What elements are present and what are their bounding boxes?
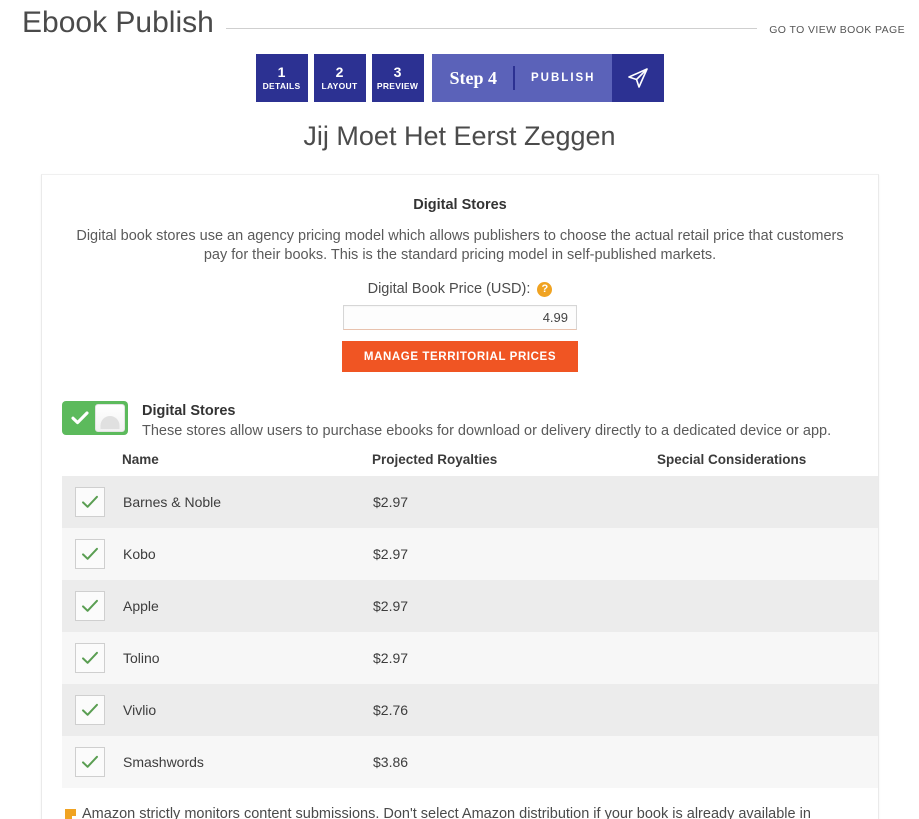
- column-header-name: Name: [122, 452, 159, 468]
- store-royalties: $2.97: [373, 494, 409, 511]
- table-row[interactable]: Kobo $2.97: [62, 528, 878, 581]
- store-special: [657, 476, 878, 528]
- column-header-royalties: Projected Royalties: [372, 452, 498, 468]
- table-row[interactable]: Vivlio $2.76: [62, 684, 878, 737]
- store-name: Vivlio: [123, 702, 157, 719]
- store-name: Apple: [123, 598, 159, 615]
- manage-territorial-prices-button[interactable]: MANAGE TERRITORIAL PRICES: [341, 341, 579, 373]
- table-row[interactable]: Apple $2.97: [62, 580, 878, 633]
- step-number: 2: [335, 64, 344, 81]
- store-table-body: Barnes & Noble $2.97 Kobo $2.97 Apple $2…: [62, 476, 878, 789]
- table-row[interactable]: Smashwords $3.86: [62, 736, 878, 789]
- check-icon: [65, 411, 95, 425]
- check-icon[interactable]: [75, 487, 105, 518]
- group-texts: Digital Stores These stores allow users …: [142, 401, 831, 441]
- store-name: Barnes & Noble: [123, 494, 222, 511]
- store-name: Tolino: [123, 650, 160, 667]
- check-icon[interactable]: [75, 643, 105, 674]
- row-checkbox-cell: [62, 684, 122, 736]
- orange-note-icon: [65, 809, 76, 819]
- page-header: Ebook Publish GO TO VIEW BOOK PAGE: [0, 0, 919, 50]
- price-label: Digital Book Price (USD):: [367, 281, 531, 298]
- store-royalties: $2.97: [373, 546, 409, 563]
- question-mark-icon[interactable]: ?: [537, 281, 553, 297]
- step-list: 1 DETAILS 2 LAYOUT 3 PREVIEW Step 4 PUBL…: [255, 54, 664, 102]
- digital-book-price-input[interactable]: [343, 305, 577, 331]
- step-number: 3: [393, 64, 402, 81]
- check-icon[interactable]: [75, 591, 105, 622]
- step-active-body: Step 4 PUBLISH: [431, 54, 612, 102]
- store-royalties: $2.97: [373, 650, 409, 667]
- go-to-view-book-page-link[interactable]: GO TO VIEW BOOK PAGE: [769, 24, 905, 36]
- step-label: DETAILS: [262, 81, 301, 92]
- amazon-warning: Amazon strictly monitors content submiss…: [62, 805, 858, 819]
- store-royalties: $3.86: [373, 754, 409, 771]
- row-checkbox-cell: [62, 632, 122, 684]
- step-item-publish-active[interactable]: Step 4 PUBLISH: [431, 54, 664, 102]
- store-special: [657, 684, 878, 736]
- store-special: [657, 580, 878, 632]
- step-active-number-label: Step 4: [449, 68, 498, 88]
- row-checkbox-cell: [62, 736, 122, 788]
- step-label: LAYOUT: [321, 81, 358, 92]
- toggle-knob: [95, 404, 125, 433]
- step-navigation: 1 DETAILS 2 LAYOUT 3 PREVIEW Step 4 PUBL…: [0, 54, 919, 102]
- check-icon[interactable]: [75, 539, 105, 570]
- price-label-row: Digital Book Price (USD): ?: [368, 281, 553, 297]
- step-number: 1: [277, 64, 286, 81]
- step-label: PREVIEW: [376, 81, 419, 92]
- digital-stores-card: Digital Stores Digital book stores use a…: [41, 174, 879, 819]
- store-special: [657, 736, 878, 788]
- step-active-divider: [513, 66, 516, 90]
- group-subtitle: These stores allow users to purchase ebo…: [142, 423, 832, 440]
- step-item-preview[interactable]: 3 PREVIEW: [371, 54, 424, 102]
- store-table-head: Name Projected Royalties Special Conside…: [62, 452, 878, 476]
- book-title: Jij Moet Het Eerst Zeggen: [303, 121, 616, 151]
- store-royalties: $2.76: [373, 702, 409, 719]
- row-checkbox-cell: [62, 580, 122, 632]
- check-icon[interactable]: [75, 695, 105, 726]
- section-description: Digital book stores use an agency pricin…: [76, 228, 844, 264]
- store-royalties: $2.97: [373, 598, 409, 615]
- digital-stores-toggle[interactable]: [62, 401, 128, 436]
- table-row[interactable]: Barnes & Noble $2.97: [62, 476, 878, 529]
- step-item-details[interactable]: 1 DETAILS: [255, 54, 308, 102]
- store-special: [657, 528, 878, 580]
- store-table: Name Projected Royalties Special Conside…: [62, 452, 878, 789]
- group-title: Digital Stores: [142, 403, 236, 420]
- row-checkbox-cell: [62, 476, 122, 528]
- digital-stores-group-header: Digital Stores These stores allow users …: [62, 401, 858, 441]
- step-active-title: PUBLISH: [531, 72, 596, 84]
- paper-plane-icon[interactable]: [611, 54, 664, 102]
- store-special: [657, 632, 878, 684]
- price-block: Digital Book Price (USD): ? MANAGE TERRI…: [62, 281, 858, 373]
- column-header-special: Special Considerations: [657, 452, 807, 468]
- step-item-layout[interactable]: 2 LAYOUT: [313, 54, 366, 102]
- section-title: Digital Stores: [413, 197, 507, 213]
- row-checkbox-cell: [62, 528, 122, 580]
- check-icon[interactable]: [75, 747, 105, 778]
- store-name: Smashwords: [123, 754, 204, 771]
- table-row[interactable]: Tolino $2.97: [62, 632, 878, 685]
- column-header-select: [62, 452, 122, 476]
- header-divider: [225, 27, 758, 29]
- amazon-warning-text: Amazon strictly monitors content submiss…: [82, 806, 811, 819]
- table-header-row: Name Projected Royalties Special Conside…: [62, 452, 878, 476]
- store-name: Kobo: [123, 546, 156, 563]
- app-title: Ebook Publish: [22, 6, 214, 39]
